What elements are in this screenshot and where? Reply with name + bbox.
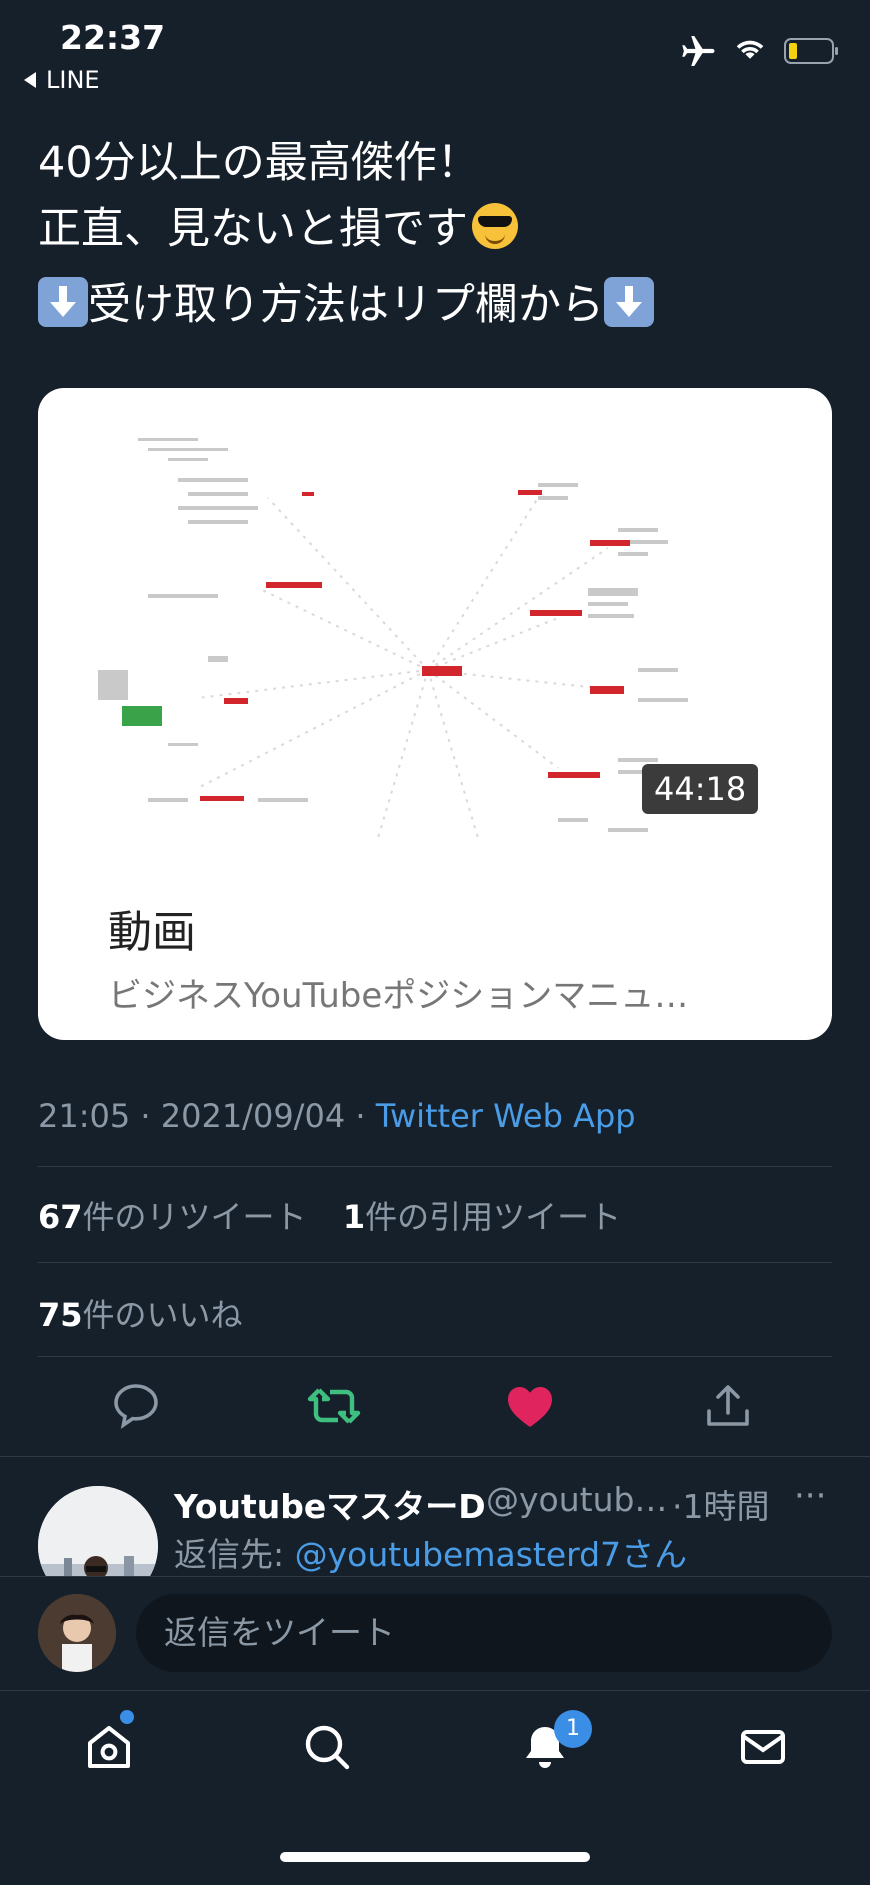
back-app-label: LINE xyxy=(46,66,100,94)
reply-button[interactable] xyxy=(106,1376,166,1436)
meta-separator: · xyxy=(355,1097,366,1135)
meta-separator: · xyxy=(140,1097,151,1135)
likes-label: 件のいいね xyxy=(82,1296,243,1334)
avatar-photo xyxy=(38,1594,116,1672)
tab-home[interactable] xyxy=(74,1712,144,1782)
notifications-badge: 1 xyxy=(554,1710,592,1748)
quotes-link[interactable]: 1件の引用ツイート xyxy=(343,1198,621,1236)
likes-count: 75 xyxy=(38,1296,83,1334)
divider xyxy=(38,1262,832,1263)
status-time: 22:37 xyxy=(60,18,166,57)
tweet-meta: 21:05 · 2021/09/04 · Twitter Web App xyxy=(38,1097,636,1135)
card-description: ビジネスYouTubeポジションマニュ… xyxy=(108,976,689,1016)
share-button[interactable] xyxy=(698,1376,758,1436)
video-duration: 44:18 xyxy=(642,764,759,814)
like-icon xyxy=(508,1387,552,1427)
tweet-line-2: 正直、見ないと損です xyxy=(38,204,468,254)
tab-search[interactable] xyxy=(292,1712,362,1782)
tweet-date: 2021/09/04 xyxy=(160,1097,346,1135)
reply-to-line: 返信先: @youtubemasterd7さん xyxy=(174,1528,687,1576)
tweet-line-1: 40分以上の最高傑作！ xyxy=(38,138,480,188)
retweets-label: 件のリツイート xyxy=(82,1198,307,1236)
reply-author-handle: @youtub… xyxy=(486,1480,668,1519)
reply-to-handle-link[interactable]: @youtubemasterd7さん xyxy=(295,1535,687,1574)
home-new-indicator xyxy=(120,1710,134,1724)
quotes-count: 1 xyxy=(342,1198,366,1236)
back-to-line-button[interactable]: LINE xyxy=(24,66,100,94)
sunglasses-emoji-icon xyxy=(472,203,518,249)
likes-link[interactable]: 75件のいいね xyxy=(38,1290,243,1336)
retweets-count: 67 xyxy=(38,1198,83,1236)
retweets-link[interactable]: 67件のリツイート xyxy=(38,1198,307,1236)
reply-time: ·1時間 xyxy=(672,1487,770,1526)
home-icon xyxy=(88,1726,130,1768)
wifi-icon xyxy=(736,40,764,59)
retweet-button[interactable] xyxy=(304,1376,364,1436)
like-button[interactable] xyxy=(500,1376,560,1436)
reply-author-name[interactable]: YoutubeマスターD xyxy=(174,1480,486,1528)
down-arrow-emoji-icon xyxy=(38,277,88,327)
divider xyxy=(0,1576,870,1577)
tweet-stats: 67件のリツイート 1件の引用ツイート xyxy=(38,1192,621,1238)
tweet-text: 40分以上の最高傑作！ 正直、見ないと損です 受け取り方法はリプ欄から xyxy=(38,130,838,338)
card-title: 動画 xyxy=(108,907,196,958)
divider xyxy=(0,1456,870,1457)
status-icons xyxy=(680,36,840,66)
more-options-button[interactable]: ··· xyxy=(794,1476,826,1516)
video-card[interactable]: 44:18 動画 ビジネスYouTubeポジションマニュ… xyxy=(38,388,832,1040)
tweet-source-link[interactable]: Twitter Web App xyxy=(376,1097,636,1135)
airplane-icon xyxy=(682,36,715,66)
tab-messages[interactable] xyxy=(728,1712,798,1782)
reply-tweet-input[interactable]: 返信をツイート xyxy=(136,1594,832,1672)
reply-to-label: 返信先: xyxy=(174,1535,295,1574)
down-arrow-emoji-icon xyxy=(604,277,654,327)
home-indicator[interactable] xyxy=(280,1852,590,1862)
divider xyxy=(38,1356,832,1357)
my-avatar xyxy=(38,1594,116,1672)
reply-icon xyxy=(114,1384,158,1429)
battery-icon xyxy=(784,38,838,64)
retweet-icon xyxy=(307,1388,361,1424)
back-arrow-icon xyxy=(24,72,36,88)
search-icon xyxy=(305,1725,350,1770)
share-icon xyxy=(707,1385,749,1426)
quotes-label: 件の引用ツイート xyxy=(365,1198,622,1236)
divider xyxy=(38,1166,832,1167)
mail-icon xyxy=(741,1730,785,1764)
tweet-time: 21:05 xyxy=(38,1097,131,1135)
tweet-line-3: 受け取り方法はリプ欄から xyxy=(88,280,604,330)
